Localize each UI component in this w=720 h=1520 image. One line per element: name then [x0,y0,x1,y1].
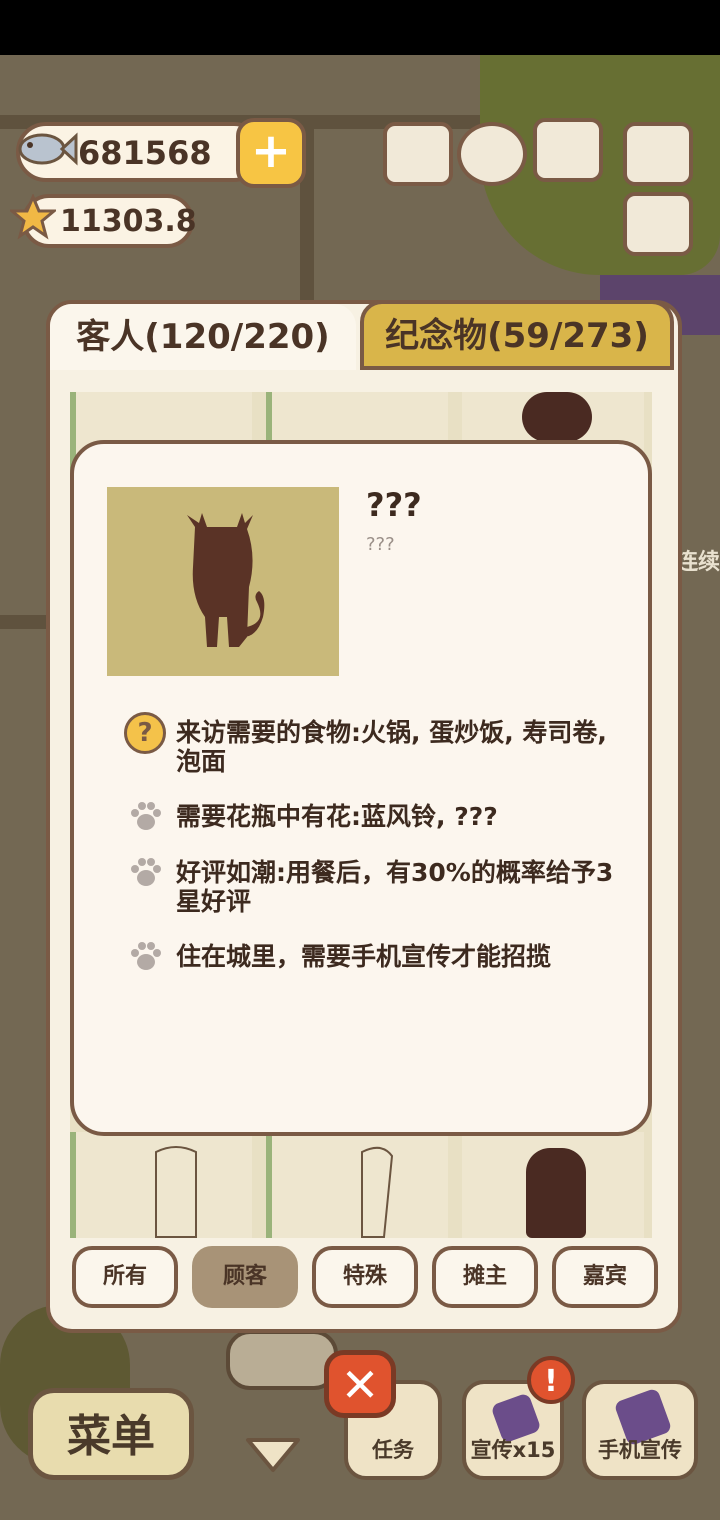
ranking-icon[interactable] [383,122,453,186]
phone-promo-label: 手机宣传 [598,1438,682,1462]
filter-guest[interactable]: 嘉宾 [552,1246,658,1308]
paw-icon [131,858,161,886]
fish-icon [18,132,78,166]
customer-subtitle: ??? [366,534,395,555]
promo-label: 宣传x15 [470,1438,556,1462]
requirement-flower: 需要花瓶中有花:蓝风铃, ??? [176,802,498,831]
gear-icon[interactable] [457,122,527,186]
alert-badge: ! [527,1356,575,1404]
paw-icon [131,942,161,970]
requirement-city: 住在城里，需要手机宣传才能招揽 [176,942,552,971]
book-icon[interactable] [533,118,603,182]
cat-silhouette-icon [187,513,265,647]
dog-icon [361,1146,394,1238]
star-icon [10,194,56,240]
silhouette-icon [526,1148,586,1238]
customer-card[interactable] [462,1132,644,1238]
question-icon: ? [124,712,166,754]
filter-customer[interactable]: 顾客 [192,1246,298,1308]
fish-amount: 681568 [78,134,212,172]
phone-promo-button[interactable]: 手机宣传 [582,1380,698,1480]
filter-special[interactable]: 特殊 [312,1246,418,1308]
tab-guests[interactable]: 客人(120/220) [50,304,356,370]
customer-card[interactable] [70,1132,252,1238]
customer-card[interactable] [266,1132,448,1238]
bear-icon [155,1146,197,1238]
requirement-food: 来访需要的食物:火锅, 蛋炒饭, 寿司卷, 泡面 [176,718,607,776]
tasks-label: 任务 [372,1438,414,1462]
tab-souvenirs[interactable]: 纪念物(59/273) [360,300,674,370]
add-currency-button[interactable]: + [236,118,306,188]
filter-all[interactable]: 所有 [72,1246,178,1308]
filter-vendor[interactable]: 摊主 [432,1246,538,1308]
star-amount: 11303.8 [60,204,197,239]
requirement-rating: 好评如潮:用餐后，有30%的概率给予3星好评 [176,858,614,916]
paw-icon [131,802,161,830]
newspaper-icon[interactable] [623,192,693,256]
customer-name: ??? [366,486,422,524]
camera-icon[interactable] [623,122,693,186]
chevron-down-icon[interactable] [244,1436,302,1476]
side-label: 连续 [676,550,720,575]
customer-portrait [107,487,339,676]
close-button[interactable]: ✕ [324,1350,396,1418]
status-bar [0,0,720,55]
menu-button[interactable]: 菜单 [28,1388,194,1480]
